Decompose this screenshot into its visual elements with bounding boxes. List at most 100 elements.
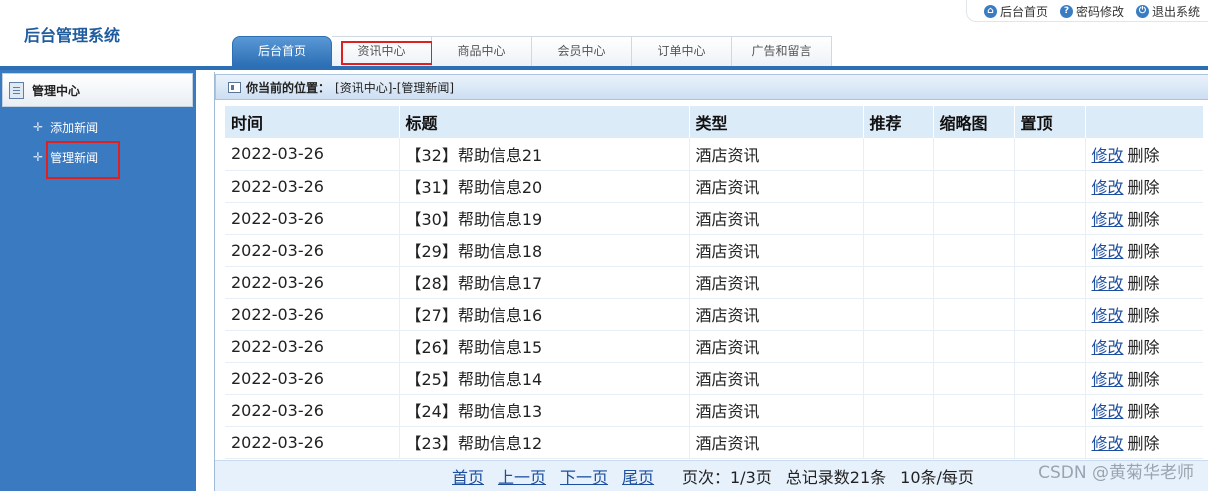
tab-home[interactable]: 后台首页 [232, 36, 332, 66]
delete-link[interactable]: 删除 [1128, 146, 1160, 165]
table-row: 2022-03-26 【24】帮助信息13 酒店资讯 修改 删除 [225, 394, 1203, 427]
delete-link[interactable]: 删除 [1128, 402, 1160, 421]
delete-link[interactable]: 删除 [1128, 370, 1160, 389]
edit-link[interactable]: 修改 [1092, 434, 1124, 453]
cell-pinned [1014, 138, 1086, 171]
cell-actions: 修改 删除 [1085, 426, 1203, 459]
delete-link[interactable]: 删除 [1128, 338, 1160, 357]
cell-pinned [1014, 362, 1086, 395]
table-row: 2022-03-26 【30】帮助信息19 酒店资讯 修改 删除 [225, 202, 1203, 235]
cell-time: 2022-03-26 [225, 170, 400, 203]
column-header-actions [1085, 106, 1203, 138]
cell-title: 【32】帮助信息21 [399, 138, 690, 171]
sidebar-header[interactable]: 管理中心 [2, 73, 193, 107]
cell-actions: 修改 删除 [1085, 330, 1203, 363]
cell-type: 酒店资讯 [689, 170, 864, 203]
edit-link[interactable]: 修改 [1092, 338, 1124, 357]
cell-recommend [863, 394, 934, 427]
cell-recommend [863, 138, 934, 171]
sidebar-item-add-news[interactable]: ✛ 添加新闻 [33, 117, 98, 137]
edit-link[interactable]: 修改 [1092, 146, 1124, 165]
edit-link[interactable]: 修改 [1092, 370, 1124, 389]
last-page-link[interactable]: 尾页 [622, 464, 654, 488]
panel-icon [228, 81, 241, 93]
top-link-home[interactable]: ⌂ 后台首页 [983, 2, 1048, 20]
top-link-label: 退出系统 [1151, 4, 1200, 19]
top-link-logout[interactable]: ⏻ 退出系统 [1135, 2, 1200, 20]
sidebar-item-label: 管理新闻 [50, 150, 99, 165]
power-icon: ⏻ [1135, 4, 1149, 18]
plus-icon: ✛ [33, 150, 44, 164]
column-header-type: 类型 [689, 106, 864, 138]
table-row: 2022-03-26 【29】帮助信息18 酒店资讯 修改 删除 [225, 234, 1203, 267]
sidebar-item-label: 添加新闻 [50, 120, 99, 135]
cell-title: 【30】帮助信息19 [399, 202, 690, 235]
column-header-pinned: 置顶 [1014, 106, 1086, 138]
table-row: 2022-03-26 【32】帮助信息21 酒店资讯 修改 删除 [225, 138, 1203, 171]
cell-actions: 修改 删除 [1085, 170, 1203, 203]
cell-actions: 修改 删除 [1085, 266, 1203, 299]
tab-ads-messages[interactable]: 广告和留言 [732, 36, 832, 66]
table-row: 2022-03-26 【26】帮助信息15 酒店资讯 修改 删除 [225, 330, 1203, 363]
cell-thumbnail [933, 234, 1015, 267]
cell-actions: 修改 删除 [1085, 138, 1203, 171]
cell-recommend [863, 426, 934, 459]
cell-title: 【26】帮助信息15 [399, 330, 690, 363]
cell-time: 2022-03-26 [225, 234, 400, 267]
edit-link[interactable]: 修改 [1092, 306, 1124, 325]
sidebar: 管理中心 ✛ 添加新闻 ✛ 管理新闻 [0, 70, 196, 491]
cell-recommend [863, 266, 934, 299]
tab-members[interactable]: 会员中心 [532, 36, 632, 66]
delete-link[interactable]: 删除 [1128, 242, 1160, 261]
edit-link[interactable]: 修改 [1092, 402, 1124, 421]
cell-title: 【31】帮助信息20 [399, 170, 690, 203]
next-page-link[interactable]: 下一页 [560, 464, 608, 488]
table-row: 2022-03-26 【27】帮助信息16 酒店资讯 修改 删除 [225, 298, 1203, 331]
cell-actions: 修改 删除 [1085, 298, 1203, 331]
first-page-link[interactable]: 首页 [452, 464, 484, 488]
edit-link[interactable]: 修改 [1092, 242, 1124, 261]
top-link-password[interactable]: ? 密码修改 [1059, 2, 1124, 20]
watermark: CSDN @黄菊华老师 [1038, 463, 1194, 483]
delete-link[interactable]: 删除 [1128, 306, 1160, 325]
edit-link[interactable]: 修改 [1092, 210, 1124, 229]
cell-type: 酒店资讯 [689, 138, 864, 171]
cell-time: 2022-03-26 [225, 266, 400, 299]
page-indicator: 页次：1/3页 [682, 468, 772, 487]
cell-time: 2022-03-26 [225, 330, 400, 363]
prev-page-link[interactable]: 上一页 [498, 464, 546, 488]
cell-type: 酒店资讯 [689, 362, 864, 395]
cell-thumbnail [933, 330, 1015, 363]
edit-link[interactable]: 修改 [1092, 178, 1124, 197]
delete-link[interactable]: 删除 [1128, 210, 1160, 229]
cell-time: 2022-03-26 [225, 362, 400, 395]
cell-time: 2022-03-26 [225, 202, 400, 235]
total-records: 总记录数21条 [785, 468, 887, 487]
cell-time: 2022-03-26 [225, 394, 400, 427]
cell-actions: 修改 删除 [1085, 234, 1203, 267]
cell-pinned [1014, 330, 1086, 363]
sidebar-header-label: 管理中心 [32, 83, 81, 98]
page-size: 10条/每页 [900, 468, 974, 487]
cell-time: 2022-03-26 [225, 426, 400, 459]
top-link-label: 后台首页 [999, 4, 1048, 19]
column-header-time: 时间 [225, 106, 400, 138]
cell-pinned [1014, 202, 1086, 235]
cell-pinned [1014, 266, 1086, 299]
delete-link[interactable]: 删除 [1128, 434, 1160, 453]
cell-type: 酒店资讯 [689, 234, 864, 267]
column-header-title: 标题 [399, 106, 690, 138]
delete-link[interactable]: 删除 [1128, 274, 1160, 293]
edit-link[interactable]: 修改 [1092, 274, 1124, 293]
sidebar-item-manage-news[interactable]: ✛ 管理新闻 [33, 141, 121, 179]
cell-actions: 修改 删除 [1085, 394, 1203, 427]
tab-orders[interactable]: 订单中心 [632, 36, 732, 66]
plus-icon: ✛ [33, 120, 44, 134]
cell-thumbnail [933, 426, 1015, 459]
delete-link[interactable]: 删除 [1128, 178, 1160, 197]
tab-news-center[interactable]: 资讯中心 [332, 36, 433, 66]
cell-type: 酒店资讯 [689, 266, 864, 299]
cell-pinned [1014, 394, 1086, 427]
cell-thumbnail [933, 394, 1015, 427]
tab-products[interactable]: 商品中心 [432, 36, 532, 66]
